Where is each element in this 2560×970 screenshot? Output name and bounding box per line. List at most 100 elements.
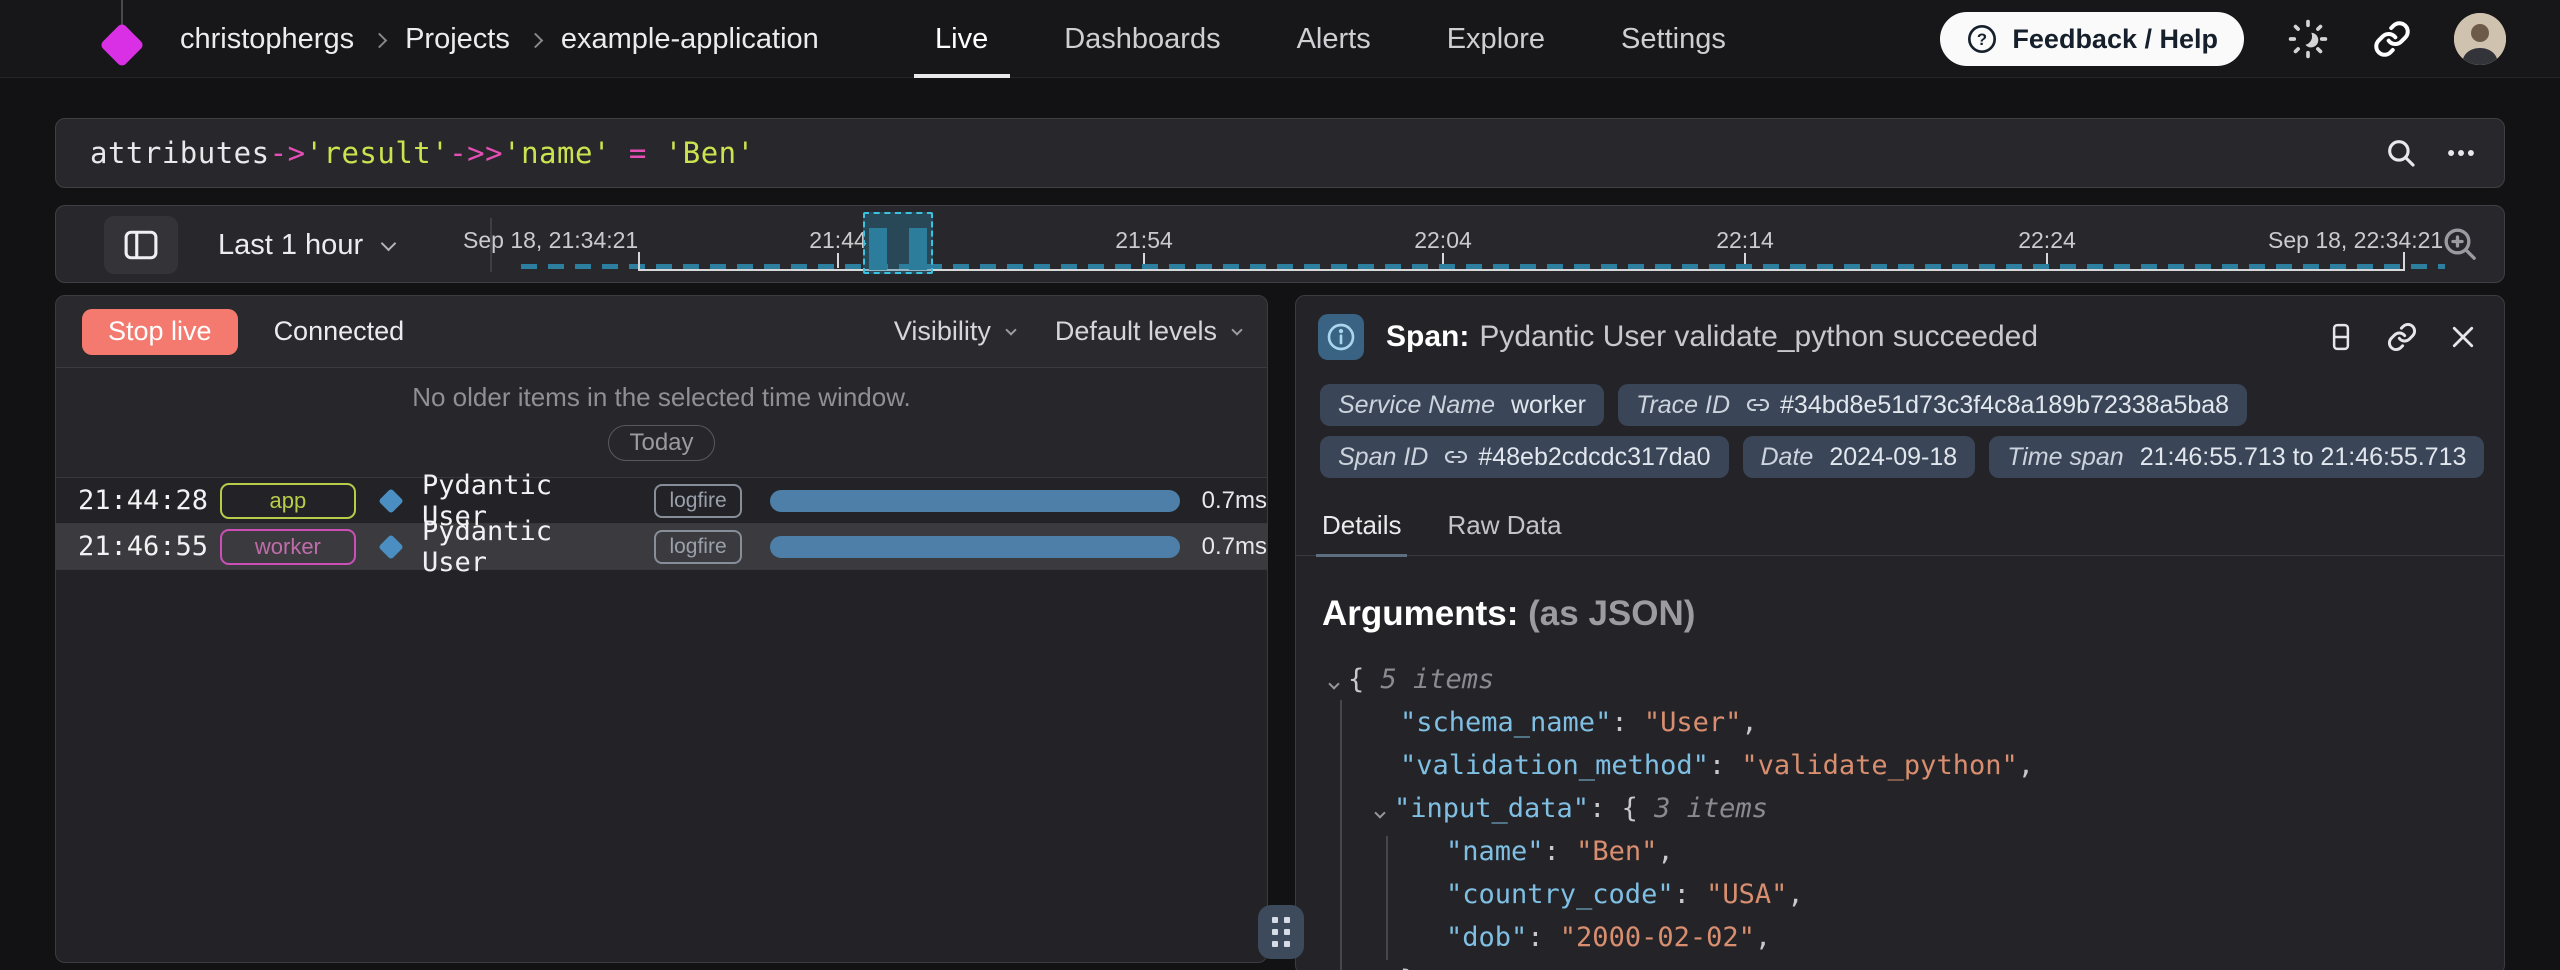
metadata-badge-label: Span ID	[1338, 443, 1428, 472]
user-avatar[interactable]	[2454, 13, 2506, 65]
metadata-badge-value: #48eb2cdcdc317da0	[1478, 443, 1710, 472]
svg-text:?: ?	[1977, 30, 1987, 49]
tab-details[interactable]: Details	[1322, 506, 1401, 555]
default-levels-dropdown[interactable]: Default levels	[1055, 316, 1241, 347]
json-indent-guide	[1386, 836, 1388, 960]
json-token: "validate_python"	[1741, 750, 2017, 781]
metadata-badge-label: Trace ID	[1636, 391, 1730, 420]
copy-link-icon[interactable]	[2386, 321, 2418, 353]
timeline-axis-start-tick	[638, 252, 640, 271]
span-title-prefix: Span:	[1386, 320, 1469, 353]
query-input[interactable]: attributes->'result'->>'name' = 'Ben'	[90, 136, 2384, 170]
timeline-end-label: Sep 18, 22:34:21	[2268, 227, 2443, 254]
metadata-badge-value: 2024-09-18	[1829, 443, 1957, 472]
more-options-icon[interactable]	[2444, 136, 2478, 170]
today-button[interactable]: Today	[608, 425, 714, 461]
timeline-tick-label: 22:24	[2002, 227, 2092, 254]
query-token: 'result'	[306, 136, 450, 170]
link-icon	[1444, 445, 1468, 469]
query-bar[interactable]: attributes->'result'->>'name' = 'Ben'	[55, 118, 2505, 188]
json-token: :	[1709, 750, 1742, 781]
chevron-right-icon	[372, 32, 388, 48]
stop-live-button[interactable]: Stop live	[82, 309, 238, 355]
time-range-dropdown[interactable]: Last 1 hour	[218, 206, 394, 284]
timeline-divider	[490, 218, 492, 272]
json-line: "input_data": { 3 items	[1330, 787, 2504, 830]
tab-settings[interactable]: Settings	[1621, 0, 1726, 78]
zoom-in-icon[interactable]	[2440, 224, 2480, 269]
visibility-dropdown[interactable]: Visibility	[894, 316, 1015, 347]
logo-diamond-icon[interactable]	[99, 22, 144, 67]
tab-raw-data[interactable]: Raw Data	[1447, 506, 1561, 555]
sidebar-toggle-button[interactable]	[104, 216, 178, 274]
live-view-header: Stop live Connected Visibility Default l…	[56, 296, 1267, 368]
empty-message: No older items in the selected time wind…	[412, 382, 911, 413]
metadata-badge-span-id[interactable]: Span ID #48eb2cdcdc317da0	[1320, 436, 1729, 478]
json-line: "name": "Ben",	[1330, 830, 2504, 873]
json-token: "dob"	[1446, 922, 1527, 953]
chevron-down-icon	[1005, 324, 1016, 335]
collapse-chevron-icon[interactable]	[1330, 664, 1338, 695]
metadata-badges-row-2: Span ID #48eb2cdcdc317da0 Date 2024-09-18 Ti…	[1296, 436, 2504, 478]
share-link-icon[interactable]	[2372, 19, 2412, 59]
query-token: ->	[270, 136, 306, 170]
timeline-tick-label: 21:54	[1099, 227, 1189, 254]
json-token: "2000-02-02"	[1560, 922, 1755, 953]
collapse-chevron-icon[interactable]	[1376, 793, 1384, 824]
chevron-down-icon	[1231, 324, 1242, 335]
list-item[interactable]: 21:44:28appPydantic Userlogfire0.7ms	[56, 478, 1267, 524]
scope-badge: logfire	[654, 530, 741, 564]
list-item[interactable]: 21:46:55workerPydantic Userlogfire0.7ms	[56, 524, 1267, 570]
json-token: "name"	[1446, 836, 1544, 867]
query-token	[611, 136, 629, 170]
grip-dots-icon	[1272, 917, 1290, 947]
breadcrumb-org[interactable]: christophergs	[180, 23, 354, 56]
json-token: "validation_method"	[1400, 750, 1709, 781]
timeline-selection-window[interactable]	[863, 212, 933, 274]
timeline-tick-label: 22:14	[1700, 227, 1790, 254]
json-line: }	[1330, 959, 2504, 970]
span-list: 21:44:28appPydantic Userlogfire0.7ms 21:4…	[56, 478, 1267, 570]
metadata-badge-time-span: Time span21:46:55.713 to 21:46:55.713	[1989, 436, 2484, 478]
json-token: "USA"	[1706, 879, 1787, 910]
row-timestamp: 21:46:55	[78, 531, 220, 562]
metadata-badge-label: Date	[1761, 443, 1814, 472]
timeline-histogram-bar	[909, 228, 927, 270]
json-token: :	[1674, 879, 1707, 910]
duration-label: 0.7ms	[1202, 533, 1267, 561]
json-line: "schema_name": "User",	[1330, 701, 2504, 744]
tab-alerts[interactable]: Alerts	[1297, 0, 1371, 78]
json-token: "input_data"	[1394, 793, 1589, 824]
chevron-right-icon	[528, 32, 544, 48]
span-title-text: Pydantic User validate_python succeeded	[1479, 320, 2038, 353]
timeline-axis-end-tick	[2403, 252, 2405, 271]
span-title: Span: Pydantic User validate_python succe…	[1386, 320, 2326, 354]
open-split-view-icon[interactable]	[2326, 322, 2356, 352]
feedback-help-button[interactable]: ? Feedback / Help	[1940, 12, 2244, 66]
search-icon[interactable]	[2384, 136, 2418, 170]
json-token: ,	[1741, 707, 1757, 738]
question-icon: ?	[1966, 23, 1998, 55]
json-token: :	[1544, 836, 1577, 867]
duration-bar	[770, 490, 1180, 512]
json-token: : {	[1589, 793, 1654, 824]
chevron-down-icon	[381, 235, 397, 251]
close-icon[interactable]	[2448, 322, 2478, 352]
connection-status: Connected	[274, 316, 405, 347]
tab-dashboards[interactable]: Dashboards	[1064, 0, 1220, 78]
span-detail-panel: Span: Pydantic User validate_python succe…	[1295, 295, 2505, 970]
panel-resize-handle[interactable]	[1258, 905, 1304, 959]
timeline-canvas[interactable]: Sep 18, 21:34:21 Sep 18, 22:34:21 21:442…	[56, 206, 2504, 282]
query-token: 'name'	[503, 136, 611, 170]
tab-explore[interactable]: Explore	[1447, 0, 1545, 78]
json-token: ,	[1755, 922, 1771, 953]
metadata-badges-row-1: Service NameworkerTrace ID#34bd8e51d73c3…	[1296, 384, 2504, 426]
empty-state: No older items in the selected time wind…	[56, 368, 1267, 478]
timeline-histogram-bar	[869, 228, 887, 270]
breadcrumb-project-name[interactable]: example-application	[561, 23, 819, 56]
breadcrumb-projects[interactable]: Projects	[405, 23, 510, 56]
breadcrumb: christophergs Projects example-applicati…	[180, 0, 819, 78]
tab-live[interactable]: Live	[935, 0, 988, 78]
metadata-badge-trace-id[interactable]: Trace ID#34bd8e51d73c3f4c8a189b72338a5ba…	[1618, 384, 2247, 426]
theme-toggle-icon[interactable]	[2286, 17, 2330, 61]
